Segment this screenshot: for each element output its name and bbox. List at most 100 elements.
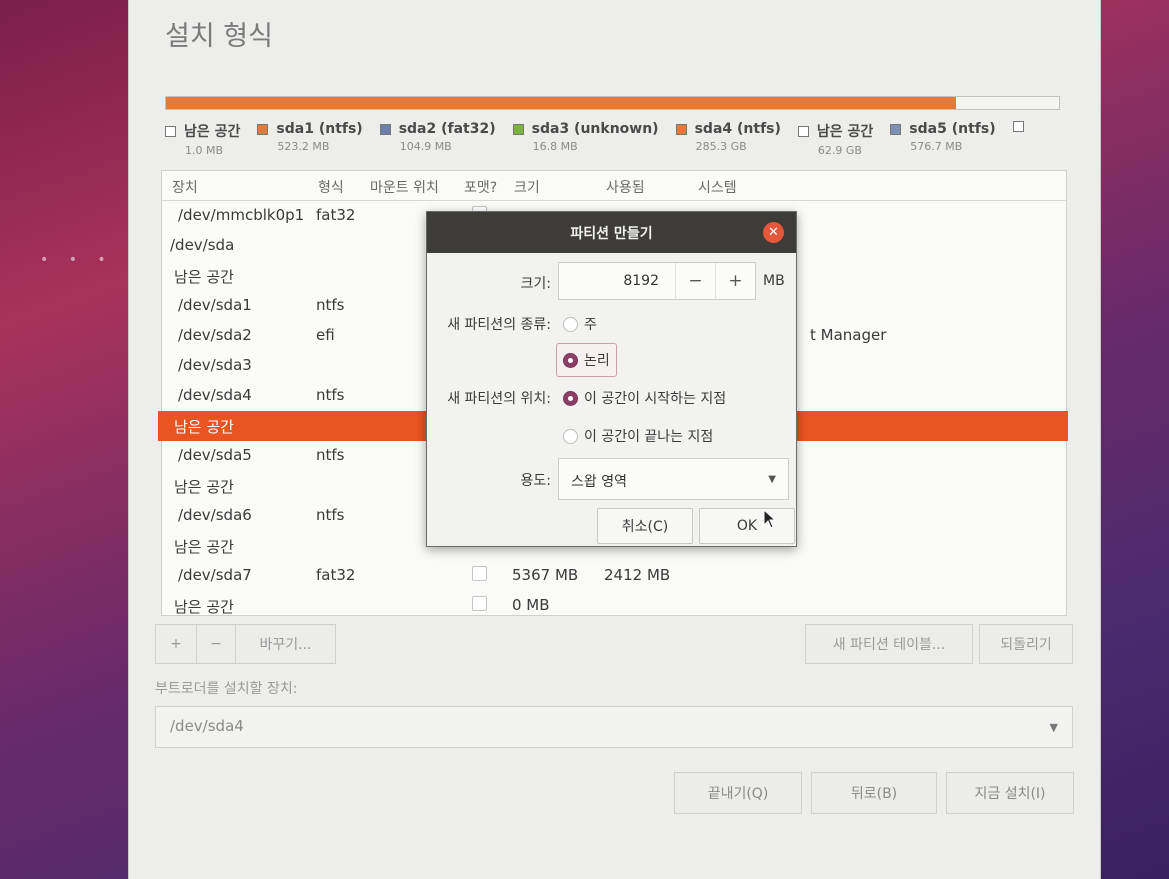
col-format[interactable]: 포맷? (464, 177, 497, 197)
size-unit: MB (763, 273, 785, 289)
legend-swatch (379, 123, 391, 135)
bootloader-value: /dev/sda4 (170, 717, 244, 735)
cell-device: /dev/sda4 (178, 386, 252, 404)
legend-size: 16.8 MB (532, 140, 578, 153)
radio-location-end[interactable]: 이 공간이 끝나는 지점 (563, 426, 713, 446)
legend-name: 남은 공간 (184, 124, 241, 140)
use-as-label: 용도: (520, 473, 551, 489)
cell-type: efi (316, 326, 335, 344)
legend-size: 104.9 MB (399, 140, 452, 153)
add-partition-button[interactable]: + (155, 624, 197, 664)
legend-size: 523.2 MB (277, 140, 330, 153)
ok-button[interactable]: OK (699, 508, 795, 544)
cancel-button[interactable]: 취소(C) (597, 508, 693, 544)
table-header: 장치 형식 마운트 위치 포맷? 크기 사용됨 시스템 (162, 171, 1066, 201)
legend-size: 576.7 MB (910, 140, 963, 153)
partition-legend: 남은 공간 1.0 MB sda1 (ntfs) 523.2 MB sda2 (fat3… (165, 121, 1065, 165)
page-title: 설치 형식 (165, 21, 273, 52)
table-row[interactable]: 남은 공간 0 MB (162, 591, 1066, 621)
cell-type: ntfs (316, 506, 345, 524)
cell-device: /dev/sda7 (178, 566, 252, 584)
legend-item: sda2 (fat32) 104.9 MB (379, 121, 496, 153)
legend-size: 1.0 MB (185, 144, 224, 157)
revert-button[interactable]: 되돌리기 (979, 624, 1073, 664)
radio-primary[interactable]: 주 (563, 314, 597, 334)
cell-device: 남은 공간 (174, 418, 234, 436)
col-size[interactable]: 크기 (514, 177, 540, 197)
cell-type: ntfs (316, 386, 345, 404)
legend-item: sda5 (ntfs) 576.7 MB (890, 121, 996, 153)
install-now-button[interactable]: 지금 설치(I) (946, 772, 1074, 814)
legend-swatch (512, 123, 524, 135)
cell-device: /dev/sda2 (178, 326, 252, 344)
radio-end-label: 이 공간이 끝나는 지점 (584, 429, 714, 445)
cell-size: 5367 MB (512, 566, 579, 584)
chevron-down-icon: ▼ (1049, 721, 1058, 734)
radio-primary-label: 주 (584, 317, 597, 333)
legend-item: 남은 공간 1.0 MB (165, 121, 240, 157)
cell-device: 남은 공간 (174, 538, 234, 556)
bootloader-device-select[interactable]: /dev/sda4 ▼ (155, 706, 1073, 748)
cell-device: /dev/sda1 (178, 296, 252, 314)
legend-item: sda4 (ntfs) 285.3 GB (675, 121, 781, 153)
new-partition-table-button[interactable]: 새 파티션 테이블... (805, 624, 973, 664)
cell-size: 0 MB (512, 596, 550, 614)
format-checkbox[interactable] (472, 596, 487, 611)
table-row[interactable]: /dev/sda7 fat32 5367 MB 2412 MB (162, 561, 1066, 591)
col-device[interactable]: 장치 (172, 177, 198, 197)
legend-swatch (1012, 121, 1024, 132)
cell-used: 2412 MB (604, 566, 671, 584)
legend-name: sda3 (unknown) (531, 121, 659, 137)
legend-swatch (165, 125, 176, 137)
change-partition-button[interactable]: 바꾸기... (235, 624, 336, 664)
legend-swatch (675, 123, 687, 135)
col-mount[interactable]: 마운트 위치 (370, 177, 439, 197)
cell-type: fat32 (316, 566, 356, 584)
cell-device: /dev/sda3 (178, 356, 252, 374)
chevron-down-icon: ▼ (768, 474, 776, 485)
cell-type: ntfs (316, 446, 345, 464)
use-as-select[interactable]: 스왑 영역 ▼ (558, 458, 789, 500)
remove-partition-button[interactable]: − (196, 624, 236, 664)
legend-item (1012, 121, 1033, 135)
usage-bar-filled (166, 97, 957, 109)
legend-name: 남은 공간 (816, 124, 874, 140)
legend-item: sda1 (ntfs) 523.2 MB (257, 121, 363, 153)
radio-begin-label: 이 공간이 시작하는 지점 (584, 391, 727, 407)
col-system[interactable]: 시스템 (698, 177, 737, 197)
legend-swatch (257, 123, 269, 135)
legend-size: 62.9 GB (817, 144, 862, 157)
cell-device: 남은 공간 (174, 268, 234, 286)
legend-item: 남은 공간 62.9 GB (797, 121, 874, 157)
quit-button[interactable]: 끝내기(Q) (674, 772, 802, 814)
cell-device: /dev/mmcblk0p1 (178, 206, 305, 224)
format-checkbox[interactable] (472, 566, 487, 581)
legend-name: sda2 (fat32) (398, 121, 496, 137)
partition-type-label: 새 파티션의 종류: (447, 317, 551, 333)
use-as-value: 스왑 영역 (571, 474, 627, 490)
col-used[interactable]: 사용됨 (606, 177, 645, 197)
size-spinbox[interactable]: 8192 − + (558, 262, 756, 300)
increment-button[interactable]: + (715, 263, 755, 299)
create-partition-dialog: 파티션 만들기 ✕ 크기: 8192 − + MB 새 파티션의 종류: 주 논… (426, 211, 797, 547)
size-value[interactable]: 8192 (559, 273, 659, 289)
radio-logical[interactable]: 논리 (556, 343, 617, 377)
legend-size: 285.3 GB (695, 140, 747, 153)
radio-location-begin[interactable]: 이 공간이 시작하는 지점 (563, 388, 726, 408)
partition-location-label: 새 파티션의 위치: (447, 391, 551, 407)
cell-system: t Manager (810, 326, 887, 344)
decrement-button[interactable]: − (675, 263, 715, 299)
legend-name: sda4 (ntfs) (694, 121, 781, 137)
radio-begin-indicator (563, 390, 578, 406)
cell-device: 남은 공간 (174, 598, 234, 616)
mouse-cursor-icon (763, 509, 777, 529)
col-type[interactable]: 형식 (318, 177, 344, 197)
back-button[interactable]: 뒤로(B) (811, 772, 937, 814)
radio-primary-indicator (563, 316, 578, 332)
legend-name: sda1 (ntfs) (276, 121, 363, 137)
legend-name: sda5 (ntfs) (909, 121, 996, 137)
close-icon[interactable]: ✕ (763, 222, 784, 243)
size-label: 크기: (520, 276, 551, 292)
legend-item: sda3 (unknown) 16.8 MB (512, 121, 659, 153)
radio-end-indicator (563, 428, 578, 444)
